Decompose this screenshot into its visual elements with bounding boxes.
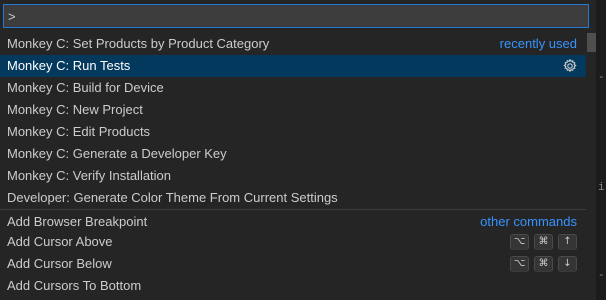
command-item-add-browser-breakpoint[interactable]: Add Browser Breakpoint other commands xyxy=(0,209,586,231)
option-key-icon: ⌥ xyxy=(510,256,529,272)
command-item-build-for-device[interactable]: Monkey C: Build for Device xyxy=(0,77,586,99)
command-item-verify-installation[interactable]: Monkey C: Verify Installation xyxy=(0,165,586,187)
command-key-icon: ⌘ xyxy=(534,234,553,250)
gear-icon[interactable] xyxy=(562,58,578,74)
option-key-icon: ⌥ xyxy=(510,234,529,250)
command-item-generate-color-theme[interactable]: Developer: Generate Color Theme From Cur… xyxy=(0,187,586,209)
command-item-add-cursor-below[interactable]: Add Cursor Below ⌥ ⌘ ↓ xyxy=(0,253,586,275)
command-item-edit-products[interactable]: Monkey C: Edit Products xyxy=(0,121,586,143)
command-item-label: Monkey C: Generate a Developer Key xyxy=(7,146,227,161)
command-item-set-products-by-product-category[interactable]: Monkey C: Set Products by Product Catego… xyxy=(0,33,586,55)
command-item-run-tests[interactable]: Monkey C: Run Tests xyxy=(0,55,586,77)
command-input-box[interactable] xyxy=(3,4,589,28)
editor-fragment: - xyxy=(598,270,605,282)
command-palette: Monkey C: Set Products by Product Catego… xyxy=(0,0,596,300)
command-item-label: Monkey C: Build for Device xyxy=(7,80,164,95)
command-item-label: Monkey C: Run Tests xyxy=(7,58,131,73)
command-item-label: Monkey C: Verify Installation xyxy=(7,168,172,183)
keybinding: ⌥ ⌘ ↓ xyxy=(510,256,577,272)
keybinding: ⌥ ⌘ ↑ xyxy=(510,234,577,250)
arrow-down-key-icon: ↓ xyxy=(558,256,577,272)
command-item-label: Add Cursors To Bottom xyxy=(7,278,142,293)
command-item-label: Developer: Generate Color Theme From Cur… xyxy=(7,190,338,205)
command-list: Monkey C: Set Products by Product Catego… xyxy=(0,33,586,297)
command-item-label: Add Browser Breakpoint xyxy=(7,214,148,229)
command-item-label: Add Cursor Below xyxy=(7,256,112,271)
editor-fragment: i xyxy=(598,182,605,194)
arrow-up-key-icon: ↑ xyxy=(558,234,577,250)
command-item-new-project[interactable]: Monkey C: New Project xyxy=(0,99,586,121)
scrollbar-thumb[interactable] xyxy=(587,33,596,52)
group-hint-other-commands: other commands xyxy=(480,214,577,229)
command-input[interactable] xyxy=(4,5,588,27)
editor-fragment: - xyxy=(598,72,605,84)
command-item-add-cursor-above[interactable]: Add Cursor Above ⌥ ⌘ ↑ xyxy=(0,231,586,253)
command-item-label: Monkey C: New Project xyxy=(7,102,143,117)
command-item-label: Monkey C: Set Products by Product Catego… xyxy=(7,36,270,51)
command-key-icon: ⌘ xyxy=(534,256,553,272)
group-hint-recently-used: recently used xyxy=(499,36,577,51)
command-item-label: Monkey C: Edit Products xyxy=(7,124,151,139)
command-item-add-cursors-to-bottom[interactable]: Add Cursors To Bottom xyxy=(0,275,586,297)
command-item-generate-developer-key[interactable]: Monkey C: Generate a Developer Key xyxy=(0,143,586,165)
command-item-label: Add Cursor Above xyxy=(7,234,113,249)
